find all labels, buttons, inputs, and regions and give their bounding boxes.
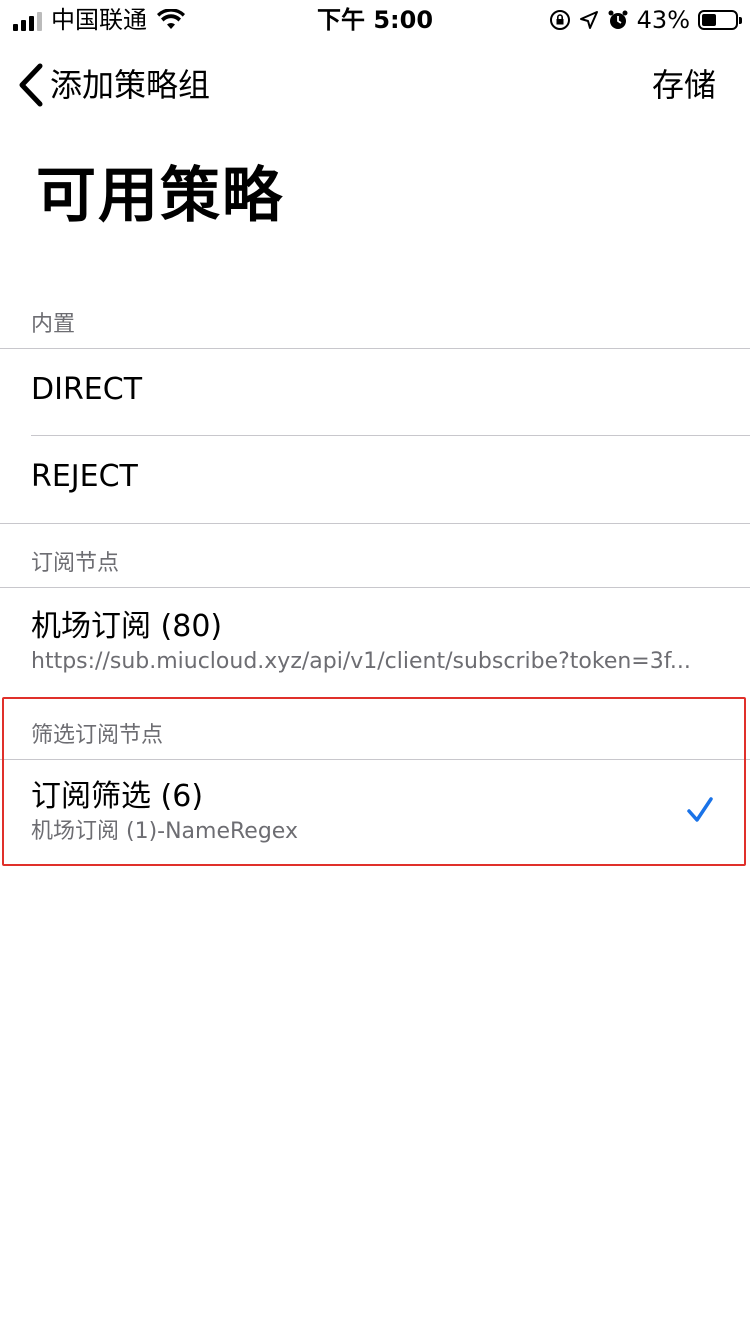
policy-item-subscription-filter[interactable]: 订阅筛选 (6) 机场订阅 (1)-NameRegex xyxy=(0,760,750,868)
status-bar: 中国联通 下午 5:00 43% xyxy=(0,0,750,40)
back-button-label: 添加策略组 xyxy=(50,66,211,104)
save-button[interactable]: 存储 xyxy=(652,60,716,110)
section-header-builtin: 内置 xyxy=(31,312,76,337)
policy-item-title: REJECT xyxy=(31,459,138,494)
battery-level xyxy=(702,14,716,26)
policy-item-direct[interactable]: DIRECT xyxy=(0,349,750,435)
location-icon xyxy=(579,11,598,29)
battery-icon xyxy=(698,10,742,30)
section-subscription: 订阅节点 机场订阅 (80) https://sub.miucloud.xyz/… xyxy=(0,522,750,696)
policy-item-title: 机场订阅 (80) xyxy=(31,609,223,644)
chevron-left-icon xyxy=(19,63,43,107)
alarm-icon xyxy=(608,10,628,29)
checkmark-icon xyxy=(687,797,713,822)
battery-percent: 43% xyxy=(636,6,690,34)
policy-item-title: DIRECT xyxy=(31,372,143,407)
navigation-bar: 添加策略组 存储 xyxy=(0,58,750,114)
policy-item-title: 订阅筛选 (6) xyxy=(31,779,204,814)
back-button[interactable]: 添加策略组 xyxy=(16,60,210,110)
orientation-lock-icon xyxy=(549,10,570,30)
section-header-subscription: 订阅节点 xyxy=(31,551,120,576)
policy-item-subtitle: 机场订阅 (1)-NameRegex xyxy=(31,819,298,844)
page-title: 可用策略 xyxy=(36,161,284,231)
section-builtin: 内置 DIRECT REJECT xyxy=(0,282,750,524)
section-header-filter: 筛选订阅节点 xyxy=(31,723,164,748)
section-filter: 筛选订阅节点 订阅筛选 (6) 机场订阅 (1)-NameRegex xyxy=(0,694,750,868)
policy-item-airport-subscription[interactable]: 机场订阅 (80) https://sub.miucloud.xyz/api/v… xyxy=(0,588,750,696)
policy-item-url: https://sub.miucloud.xyz/api/v1/client/s… xyxy=(31,649,691,674)
policy-item-reject[interactable]: REJECT xyxy=(0,436,750,523)
